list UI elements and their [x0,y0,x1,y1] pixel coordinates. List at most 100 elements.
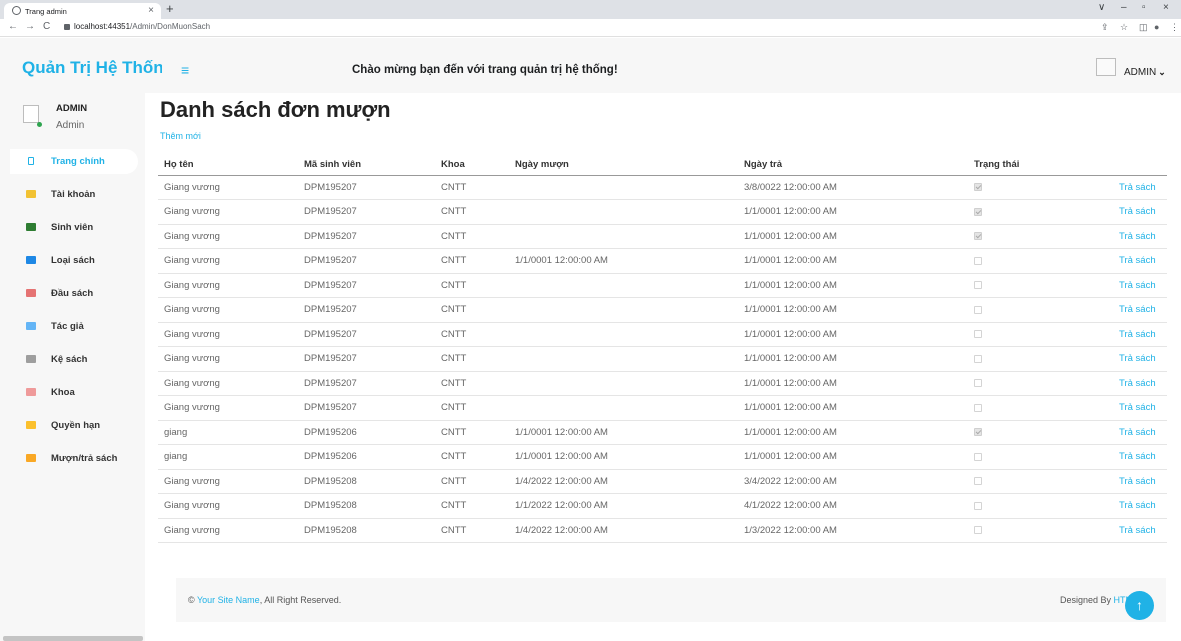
status-checkbox[interactable] [974,232,982,241]
cell-borrow-date [509,297,738,323]
return-book-link[interactable]: Trả sách [1119,255,1156,266]
status-checkbox[interactable] [974,501,982,510]
sidebar-item-3[interactable]: Loại sách [10,248,138,273]
share-icon[interactable]: ⇪ [1101,22,1109,33]
sidebar-item-2[interactable]: Sinh viên [10,215,138,240]
lock-icon [64,24,70,30]
return-book-link[interactable]: Trả sách [1119,378,1156,389]
status-checkbox[interactable] [974,305,982,314]
profile-role: Admin [56,120,85,131]
return-book-link[interactable]: Trả sách [1119,525,1156,536]
return-book-link[interactable]: Trả sách [1119,182,1156,193]
user-dropdown[interactable]: ADMIN ⌄ [1124,67,1166,78]
cell-borrow-date: 1/4/2022 12:00:00 AM [509,469,738,494]
return-book-link[interactable]: Trả sách [1119,280,1156,291]
cell-faculty: CNTT [435,273,509,298]
col-student-id: Mã sinh viên [298,154,435,176]
sidebar-item-8[interactable]: Quyền hạn [10,413,138,438]
status-checkbox[interactable] [974,452,982,461]
sidebar-item-6[interactable]: Kệ sách [10,347,138,372]
star-icon[interactable]: ☆ [1120,22,1128,33]
cell-action: Trả sách [1081,371,1167,396]
col-name: Họ tên [158,154,298,176]
status-checkbox[interactable] [974,354,982,363]
brand-title[interactable]: Quản Trị Hệ Thống [22,58,162,78]
cell-status [968,518,1081,543]
cell-action: Trả sách [1081,395,1167,421]
copyright-text: © Your Site Name, All Right Reserved. [188,595,342,605]
tab-search-icon[interactable]: ∨ [1098,2,1105,13]
more-icon[interactable]: ⋮ [1170,22,1179,33]
site-name-link[interactable]: Your Site Name [197,595,260,605]
cell-faculty: CNTT [435,224,509,249]
cell-student-id: DPM195207 [298,346,435,372]
close-window-button[interactable]: × [1163,2,1169,13]
return-book-link[interactable]: Trả sách [1119,353,1156,364]
back-button[interactable]: ← [8,21,18,32]
maximize-button[interactable]: ▫ [1142,2,1146,13]
sidebar-item-0[interactable]: Trang chính [10,149,138,174]
add-new-link[interactable]: Thêm mới [160,131,201,141]
cell-borrow-date [509,175,738,200]
cell-action: Trả sách [1081,346,1167,372]
return-book-link[interactable]: Trả sách [1119,427,1156,438]
cell-student-id: DPM195207 [298,322,435,347]
status-checkbox[interactable] [974,428,982,437]
col-status: Trạng thái [968,154,1081,176]
table-row: Giang vương DPM195207 CNTT 1/1/0001 12:00:0… [158,273,1167,298]
forward-button[interactable]: → [25,21,35,32]
return-book-link[interactable]: Trả sách [1119,231,1156,242]
sidebar-item-1[interactable]: Tài khoản [10,182,138,207]
return-book-link[interactable]: Trả sách [1119,206,1156,217]
status-checkbox[interactable] [974,256,982,265]
sidebar-item-4[interactable]: Đầu sách [10,281,138,306]
cell-student-id: DPM195208 [298,469,435,494]
tab-close-icon[interactable]: × [148,5,154,16]
footer: © Your Site Name, All Right Reserved. De… [176,578,1166,622]
sidebar-item-5[interactable]: Tác giả [10,314,138,339]
status-checkbox[interactable] [974,330,982,339]
cell-name: giang [158,420,298,445]
cell-faculty: CNTT [435,322,509,347]
status-checkbox[interactable] [974,379,982,388]
status-checkbox[interactable] [974,526,982,535]
cell-name: Giang vương [158,493,298,519]
borrow-table: Họ tên Mã sinh viên Khoa Ngày mượn Ngày … [158,154,1167,543]
status-checkbox[interactable] [974,207,982,216]
return-book-link[interactable]: Trả sách [1119,402,1156,413]
sidebar-item-label: Loại sách [51,255,95,266]
cell-faculty: CNTT [435,469,509,494]
profile-icon[interactable]: ● [1154,22,1159,32]
back-to-top-button[interactable]: ↑ [1125,591,1154,620]
url-field[interactable]: localhost:44351/Admin/DonMuonSach [74,22,210,31]
return-book-link[interactable]: Trả sách [1119,476,1156,487]
return-book-link[interactable]: Trả sách [1119,500,1156,511]
cell-action: Trả sách [1081,469,1167,494]
col-faculty: Khoa [435,154,509,176]
return-book-link[interactable]: Trả sách [1119,451,1156,462]
sidebar-scrollbar[interactable] [3,636,143,641]
cell-name: Giang vương [158,175,298,200]
cell-faculty: CNTT [435,420,509,445]
return-book-link[interactable]: Trả sách [1119,329,1156,340]
user-avatar[interactable] [1096,58,1116,76]
cell-status [968,444,1081,470]
menu-toggle-icon[interactable]: ≡ [181,62,189,78]
cell-faculty: CNTT [435,199,509,225]
welcome-text: Chào mừng bạn đến với trang quản trị hệ … [352,64,618,76]
status-checkbox[interactable] [974,281,982,290]
cell-status [968,371,1081,396]
side-panel-icon[interactable]: ◫ [1139,22,1148,33]
browser-tab[interactable]: Trang admin × [4,3,161,19]
status-checkbox[interactable] [974,183,982,192]
status-checkbox[interactable] [974,403,982,412]
minimize-button[interactable]: – [1121,2,1127,13]
new-tab-button[interactable]: + [166,1,174,16]
sidebar-item-9[interactable]: Mượn/trả sách [10,446,138,471]
reload-button[interactable]: C [43,21,50,32]
status-checkbox[interactable] [974,477,982,486]
sidebar-item-7[interactable]: Khoa [10,380,138,405]
tab-title: Trang admin [25,7,67,16]
table-row: Giang vương DPM195207 CNTT 1/1/0001 12:00:0… [158,395,1167,421]
return-book-link[interactable]: Trả sách [1119,304,1156,315]
